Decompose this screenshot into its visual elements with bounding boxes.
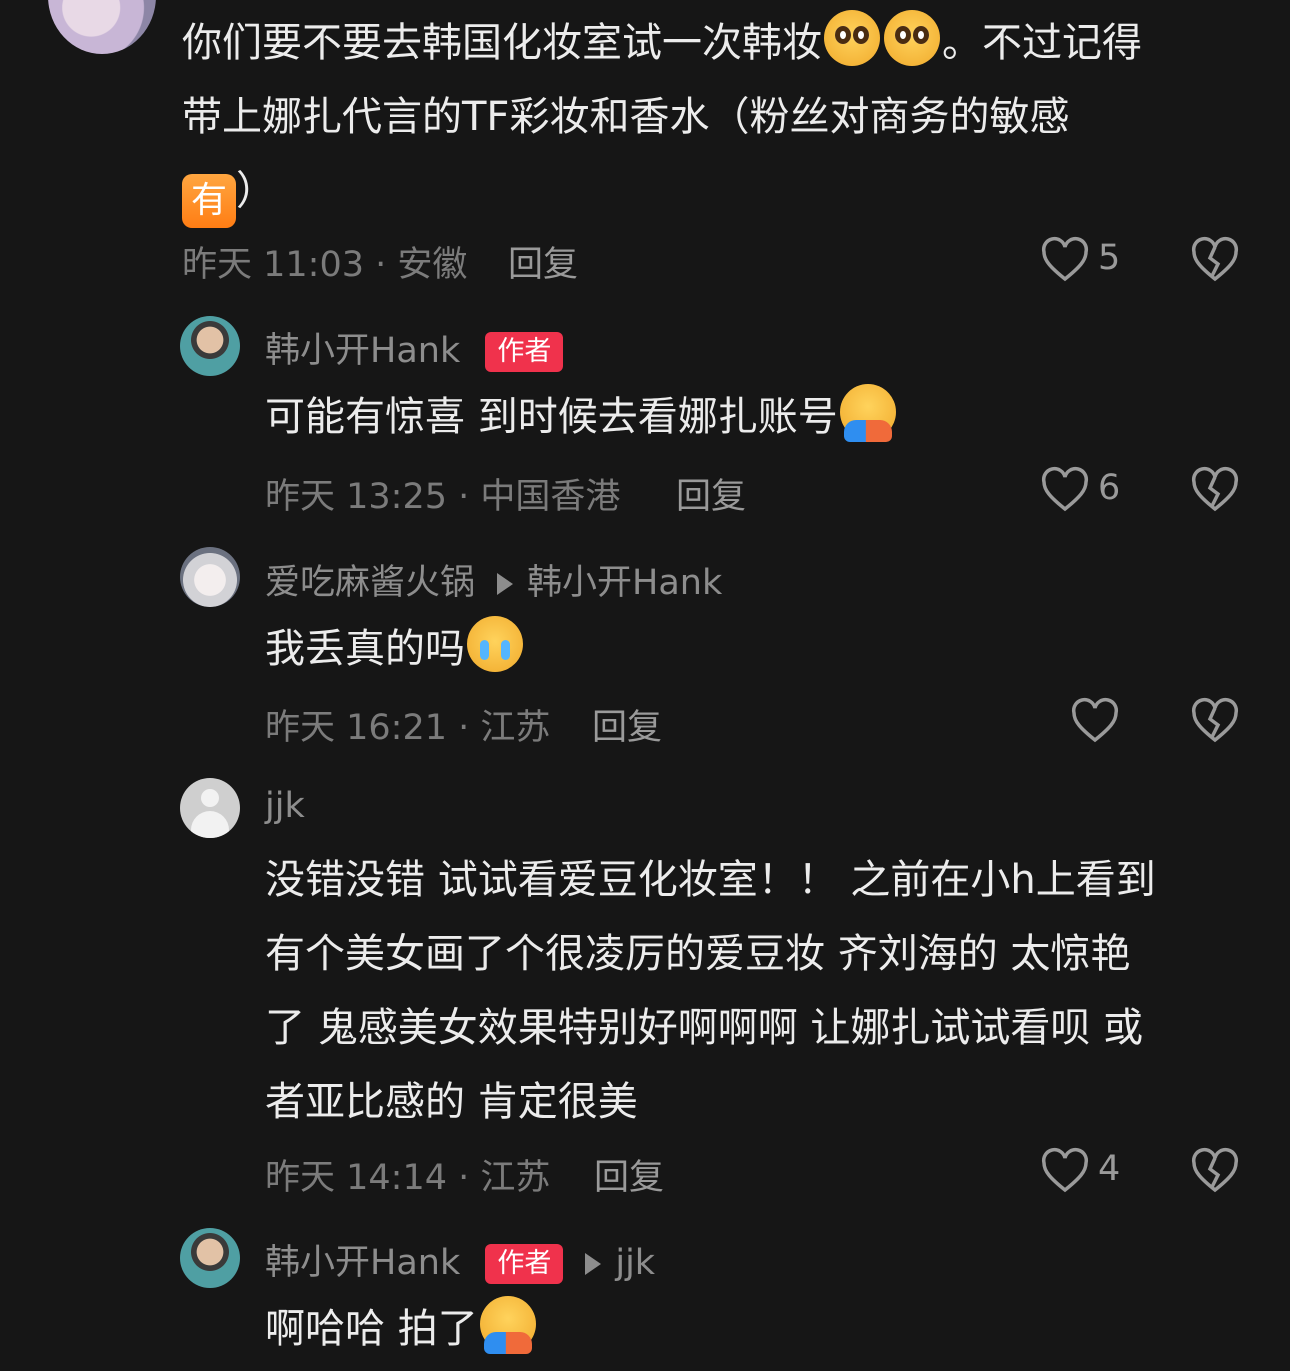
- comment-text: 你们要不要去韩国化妆室试一次韩妆 。不过记得 带上娜扎代言的TF彩妆和香水（粉丝对…: [182, 6, 1142, 228]
- dislike-broken-heart-icon[interactable]: [1190, 697, 1240, 747]
- avatar[interactable]: [180, 1228, 240, 1288]
- like-count: 6: [1098, 468, 1121, 508]
- reply-time-location: 昨天 14:14 · 江苏: [265, 1158, 551, 1198]
- avatar[interactable]: [180, 778, 240, 838]
- crying-face-emoji-icon: [467, 616, 523, 672]
- hugging-face-emoji-icon: [479, 1296, 536, 1354]
- dislike-broken-heart-icon[interactable]: [1190, 1147, 1240, 1197]
- reply-text: 没错没错 试试看爱豆化妆室！！ 之前在小h上看到 有个美女画了个很凌厉的爱豆妆 …: [265, 857, 1156, 1125]
- avatar[interactable]: [180, 547, 240, 607]
- pleading-face-emoji-icon: [824, 10, 880, 66]
- reply-time-location: 昨天 16:21 · 江苏: [265, 708, 551, 748]
- like-heart-icon[interactable]: [1040, 236, 1090, 286]
- author-name-link[interactable]: 爱吃麻酱火锅: [265, 563, 475, 603]
- author-badge: 作者: [485, 332, 564, 372]
- hugging-face-emoji-icon: [839, 384, 896, 442]
- author-name-link[interactable]: 韩小开Hank: [265, 331, 460, 371]
- reply-time-location: 昨天 13:25 · 中国香港: [265, 477, 621, 517]
- like-count: 4: [1098, 1149, 1121, 1189]
- you-badge-emoji-icon: 有: [182, 174, 236, 228]
- author-name-link[interactable]: 韩小开Hank: [265, 1243, 460, 1283]
- like-heart-icon[interactable]: [1040, 466, 1090, 516]
- reply-author: 爱吃麻酱火锅 韩小开Hank: [265, 554, 722, 605]
- avatar[interactable]: [48, 0, 156, 54]
- reply-to-name-link[interactable]: jjk: [615, 1243, 655, 1283]
- pleading-face-emoji-icon: [884, 10, 940, 66]
- comment-time-location: 昨天 11:03 · 安徽: [182, 245, 468, 285]
- reply-to-arrow-icon: [497, 573, 514, 595]
- reply-button[interactable]: 回复: [508, 236, 578, 287]
- reply-text: 我丢真的吗: [265, 612, 525, 686]
- reply-button[interactable]: 回复: [592, 699, 662, 750]
- reply-button[interactable]: 回复: [676, 468, 746, 519]
- author-badge: 作者: [485, 1244, 564, 1284]
- reply-author: 韩小开Hank 作者 jjk: [265, 1234, 655, 1285]
- reply-author[interactable]: jjk: [265, 786, 305, 826]
- reply-to-name-link[interactable]: 韩小开Hank: [527, 563, 722, 603]
- like-heart-icon[interactable]: [1040, 1147, 1090, 1197]
- dislike-broken-heart-icon[interactable]: [1190, 466, 1240, 516]
- reply-button[interactable]: 回复: [594, 1149, 664, 1200]
- like-count: 5: [1098, 238, 1121, 278]
- reply-to-arrow-icon: [585, 1253, 602, 1275]
- like-heart-icon[interactable]: [1070, 697, 1120, 747]
- reply-author: 韩小开Hank 作者: [265, 322, 564, 373]
- reply-text: 啊哈哈 拍了: [265, 1292, 538, 1366]
- avatar[interactable]: [180, 316, 240, 376]
- reply-text: 可能有惊喜 到时候去看娜扎账号: [265, 380, 898, 454]
- dislike-broken-heart-icon[interactable]: [1190, 236, 1240, 286]
